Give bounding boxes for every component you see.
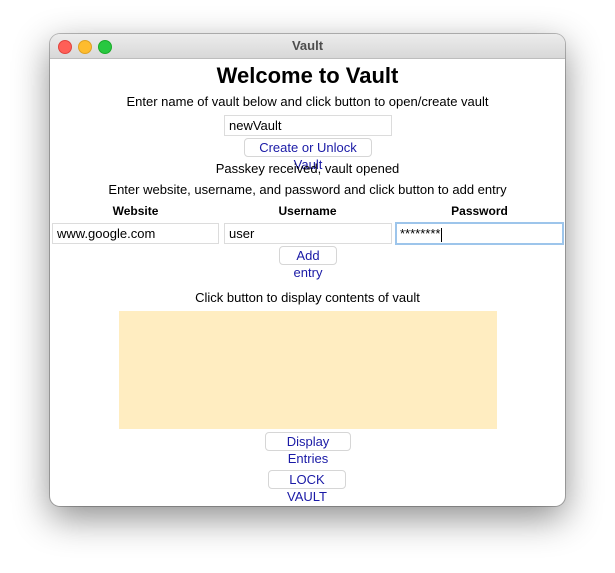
display-entries-button[interactable]: Display Entries <box>265 432 351 466</box>
website-input[interactable] <box>52 223 219 244</box>
create-unlock-vault-button[interactable]: Create or Unlock Vault <box>244 138 372 172</box>
password-input[interactable]: ******** <box>395 222 564 245</box>
page-title: Welcome to Vault <box>216 63 399 88</box>
column-header-username: Username <box>278 204 337 218</box>
vault-name-input[interactable] <box>224 115 392 136</box>
main-content: Welcome to Vault Enter name of vault bel… <box>50 59 565 506</box>
vault-contents-display <box>119 311 497 429</box>
status-message: Passkey received, vault opened <box>215 161 400 176</box>
vault-window: Vault Welcome to Vault Enter name of vau… <box>50 34 565 506</box>
lock-vault-button[interactable]: LOCK VAULT <box>268 470 346 504</box>
display-instructions: Click button to display contents of vaul… <box>195 290 420 305</box>
title-bar[interactable]: Vault <box>50 34 565 59</box>
window-title: Vault <box>291 38 324 53</box>
password-masked-value: ******** <box>400 226 441 241</box>
column-header-website: Website <box>112 204 159 218</box>
add-entry-instructions: Enter website, username, and password an… <box>108 182 507 197</box>
add-entry-button[interactable]: Add entry <box>279 246 337 280</box>
column-header-password: Password <box>451 204 508 218</box>
vault-name-instructions: Enter name of vault below and click butt… <box>126 94 489 109</box>
text-caret <box>441 227 443 242</box>
username-input[interactable] <box>224 223 392 244</box>
